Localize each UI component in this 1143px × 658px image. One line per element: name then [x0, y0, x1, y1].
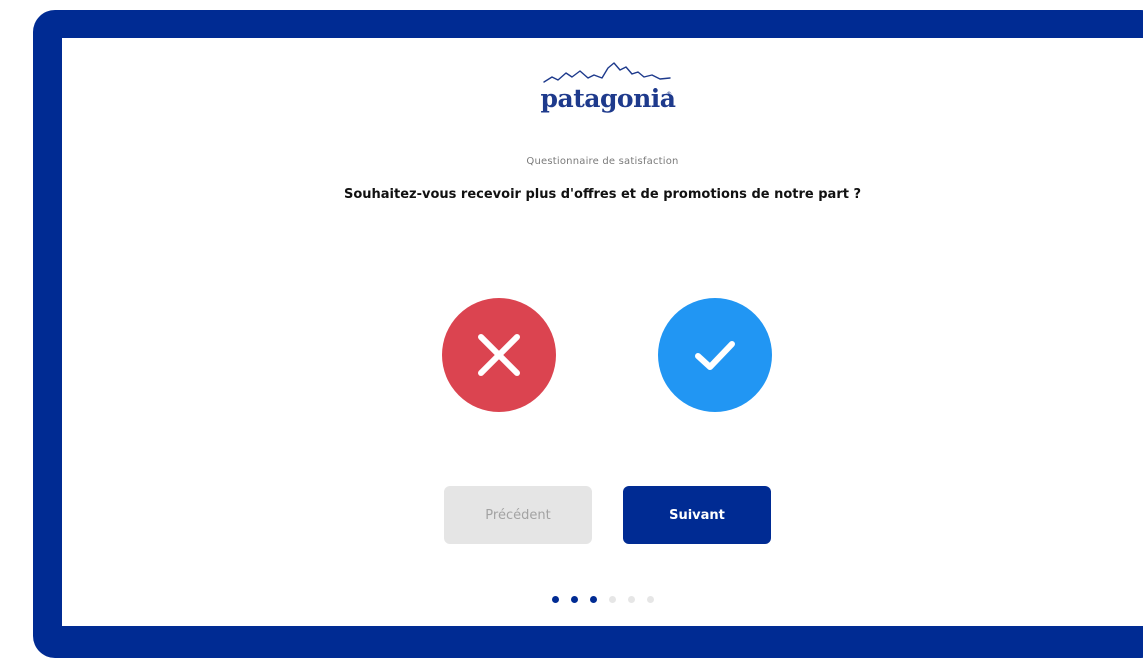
progress-dot	[627, 596, 635, 603]
answer-no-button[interactable]	[442, 298, 556, 412]
progress-dot	[608, 596, 616, 603]
survey-subtitle: Questionnaire de satisfaction	[526, 156, 679, 167]
brand-logo: patagonia ®	[538, 58, 678, 122]
progress-dot	[646, 596, 654, 603]
progress-dot	[551, 596, 559, 603]
next-button[interactable]: Suivant	[623, 486, 771, 544]
survey-question: Souhaitez-vous recevoir plus d'offres et…	[343, 187, 862, 202]
progress-dots	[62, 596, 1143, 603]
previous-button[interactable]: Précédent	[444, 486, 592, 544]
answer-yes-button[interactable]	[658, 298, 772, 412]
progress-dot	[570, 596, 578, 603]
check-icon	[695, 341, 735, 370]
progress-dot	[589, 596, 597, 603]
survey-screen: patagonia ® Questionnaire de satisfactio…	[62, 38, 1143, 626]
close-icon	[478, 334, 520, 376]
brand-wordmark: patagonia	[540, 84, 676, 113]
registered-mark: ®	[666, 91, 672, 98]
